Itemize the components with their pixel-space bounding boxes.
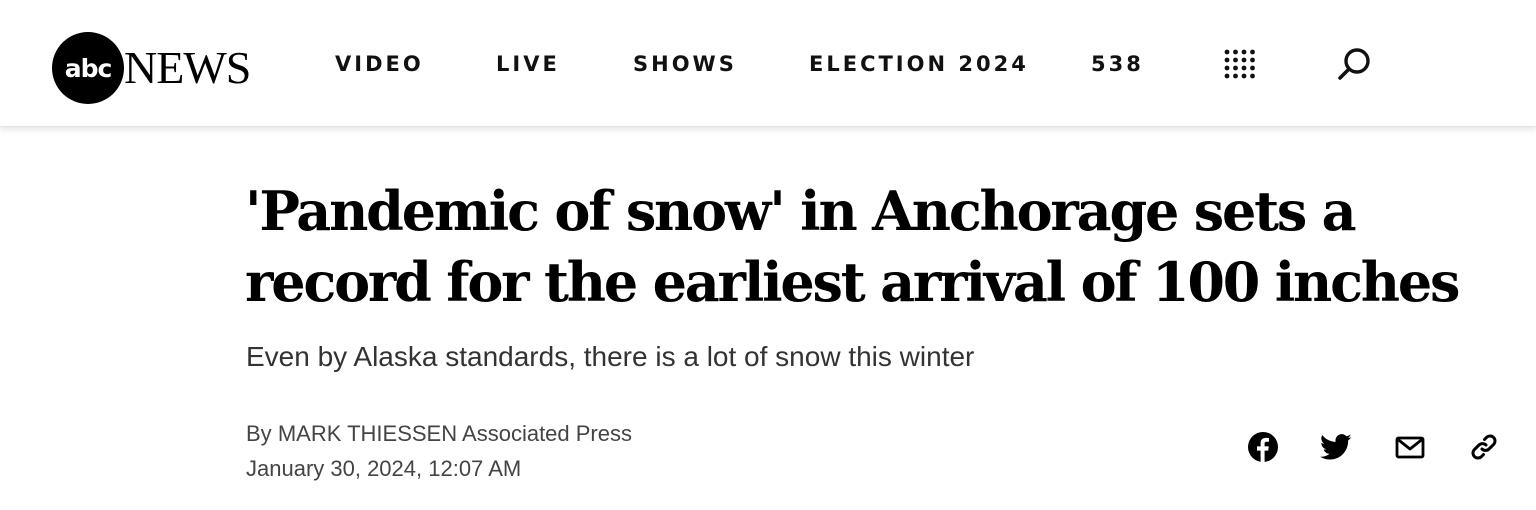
nav-live[interactable]: LIVE [496,52,560,76]
byline-prefix: By [246,421,272,446]
grid-menu-icon[interactable] [1223,48,1257,80]
article-headline: 'Pandemic of snow' in Anchorage sets a r… [245,179,1460,314]
facebook-icon[interactable] [1247,431,1279,463]
byline: By MARK THIESSEN Associated Press [246,420,632,448]
abc-logo-mark: abc [52,32,124,104]
nav-shows[interactable]: SHOWS [633,52,737,76]
abc-news-logo[interactable]: abc NEWS [52,31,251,105]
nav-election-2024[interactable]: ELECTION 2024 [809,52,1029,76]
publish-date: January 30, 2024, 12:07 AM [246,456,522,481]
nav-538[interactable]: 538 [1091,52,1144,76]
article-subheadline: Even by Alaska standards, there is a lot… [246,341,975,372]
link-icon[interactable] [1468,431,1500,463]
news-wordmark: NEWS [124,42,251,93]
nav-video[interactable]: VIDEO [335,52,424,76]
site-header: abc NEWS VIDEO LIVE SHOWS ELECTION 2024 … [0,0,1536,127]
byline-source: Associated Press [462,421,632,446]
email-icon[interactable] [1394,431,1426,463]
search-icon[interactable] [1336,46,1374,82]
twitter-icon[interactable] [1320,431,1352,463]
author-link[interactable]: MARK THIESSEN [278,421,457,446]
